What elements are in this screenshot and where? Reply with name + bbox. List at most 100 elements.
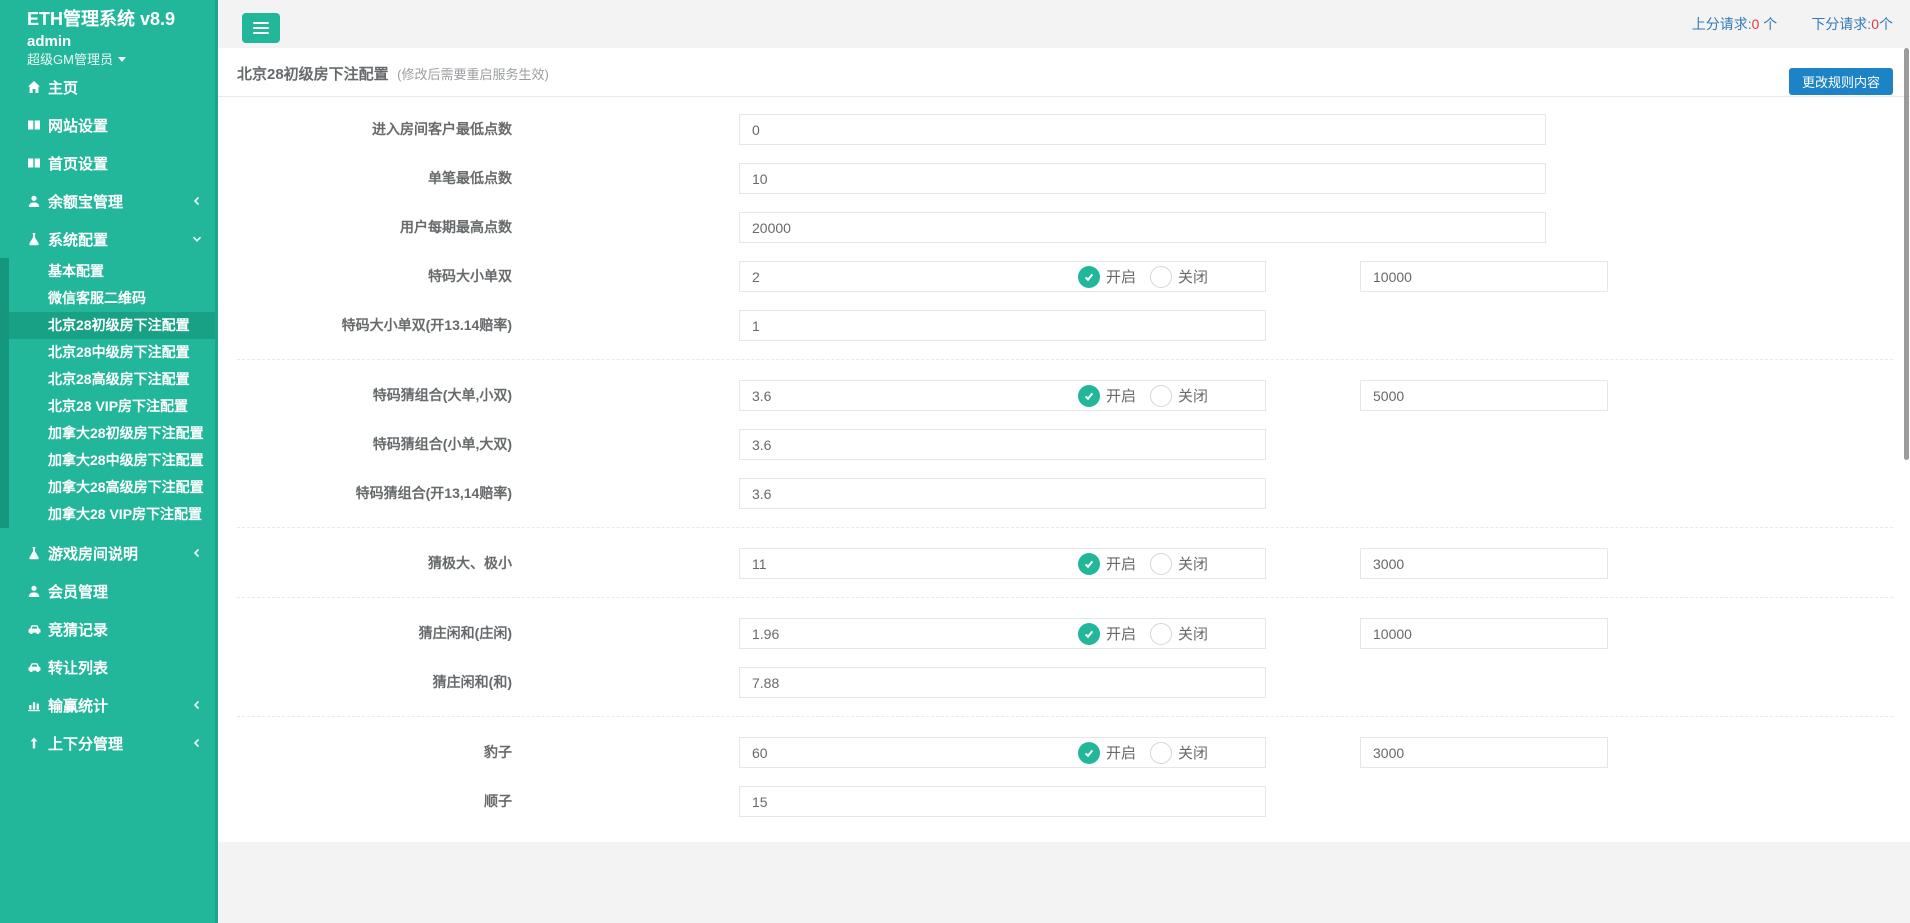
dashed-divider <box>237 359 1893 360</box>
field-label: 顺子 <box>237 786 512 817</box>
field-label: 特码猜组合(大单,小双) <box>237 380 512 411</box>
limit-input[interactable] <box>1360 618 1608 649</box>
sidebar-subitem-ca28-middle[interactable]: 加拿大28中级房下注配置 <box>9 447 215 474</box>
form-row: 特码大小单双(开13.14赔率) <box>237 310 1893 341</box>
radio-on-checked[interactable] <box>1078 623 1100 645</box>
radio-on-checked[interactable] <box>1078 385 1100 407</box>
sidebar-item-label: 输赢统计 <box>48 695 108 716</box>
bet-config-form: 进入房间客户最低点数 单笔最低点数 用户每期最高点数 特码大小单双 <box>218 97 1910 817</box>
columns-icon <box>27 156 48 170</box>
field-label: 用户每期最高点数 <box>237 212 512 243</box>
rate-input[interactable] <box>739 163 1546 194</box>
main-area: 上分请求:0 个 下分请求:0个 北京28初级房下注配置 (修改后需要重启服务生… <box>218 0 1910 923</box>
radio-on-label: 开启 <box>1106 742 1136 763</box>
radio-off-label: 关闭 <box>1178 266 1208 287</box>
flask-icon <box>27 546 48 560</box>
radio-off[interactable] <box>1150 385 1172 407</box>
limit-input[interactable] <box>1360 548 1608 579</box>
limit-input[interactable] <box>1360 737 1608 768</box>
sidebar-item-label: 余额宝管理 <box>48 191 123 212</box>
rate-input[interactable] <box>739 212 1546 243</box>
limit-input[interactable] <box>1360 261 1608 292</box>
down-score-count: 0 <box>1871 16 1879 32</box>
rate-input[interactable] <box>739 478 1266 509</box>
sidebar-item-yuebao-management[interactable]: 余额宝管理 <box>0 182 215 220</box>
scrollbar-handle[interactable] <box>1904 48 1909 460</box>
sidebar-item-label: 首页设置 <box>48 153 108 174</box>
sidebar-item-label: 游戏房间说明 <box>48 543 138 564</box>
radio-off-label: 关闭 <box>1178 385 1208 406</box>
radio-off[interactable] <box>1150 742 1172 764</box>
radio-off[interactable] <box>1150 623 1172 645</box>
form-row: 特码猜组合(大单,小双) 开启 关闭 <box>237 380 1893 411</box>
form-row: 进入房间客户最低点数 <box>237 114 1893 145</box>
sidebar-item-betting-records[interactable]: 竞猜记录 <box>0 610 215 648</box>
radio-on-checked[interactable] <box>1078 266 1100 288</box>
sidebar-item-label: 竞猜记录 <box>48 619 108 640</box>
rate-input[interactable] <box>739 429 1266 460</box>
caret-down-icon <box>118 57 126 62</box>
enable-toggle-group: 开启 关闭 <box>1078 261 1222 292</box>
rate-input[interactable] <box>739 786 1266 817</box>
sidebar-item-transfer-list[interactable]: 转让列表 <box>0 648 215 686</box>
change-rules-button[interactable]: 更改规则内容 <box>1789 68 1893 95</box>
form-row: 单笔最低点数 <box>237 163 1893 194</box>
enable-toggle-group: 开启 关闭 <box>1078 380 1222 411</box>
form-row: 特码大小单双 开启 关闭 <box>237 261 1893 292</box>
form-row: 豹子 开启 关闭 <box>237 737 1893 768</box>
field-label: 猜庄闲和(和) <box>237 667 512 698</box>
scrollbar-track[interactable] <box>1903 48 1910 923</box>
radio-off-label: 关闭 <box>1178 553 1208 574</box>
topbar: 上分请求:0 个 下分请求:0个 <box>218 0 1910 48</box>
sidebar-item-site-settings[interactable]: 网站设置 <box>0 106 215 144</box>
dashed-divider <box>237 716 1893 717</box>
field-label: 特码猜组合(小单,大双) <box>237 429 512 460</box>
up-score-requests-link[interactable]: 上分请求:0 个 <box>1692 14 1778 34</box>
sidebar-subitem-bj28-senior[interactable]: 北京28高级房下注配置 <box>9 366 215 393</box>
sidebar-item-member-management[interactable]: 会员管理 <box>0 572 215 610</box>
sidebar-item-homepage-settings[interactable]: 首页设置 <box>0 144 215 182</box>
rate-input[interactable] <box>739 667 1266 698</box>
radio-on-checked[interactable] <box>1078 553 1100 575</box>
chevron-down-icon <box>192 234 202 244</box>
user-role-label: 超级GM管理员 <box>27 52 113 67</box>
user-role-dropdown[interactable]: 超级GM管理员 <box>0 50 215 67</box>
enable-toggle-group: 开启 关闭 <box>1078 618 1222 649</box>
sidebar-item-label: 主页 <box>48 77 78 98</box>
chevron-left-icon <box>192 548 202 558</box>
down-score-requests-link[interactable]: 下分请求:0个 <box>1811 14 1893 34</box>
rate-input[interactable] <box>739 310 1266 341</box>
limit-input[interactable] <box>1360 380 1608 411</box>
sidebar-item-score-management[interactable]: 上下分管理 <box>0 724 215 762</box>
radio-on-checked[interactable] <box>1078 742 1100 764</box>
form-row: 猜极大、极小 开启 关闭 <box>237 548 1893 579</box>
radio-off[interactable] <box>1150 553 1172 575</box>
sidebar-subitem-wechat-qrcode[interactable]: 微信客服二维码 <box>9 285 215 312</box>
sidebar-subitem-basic-config[interactable]: 基本配置 <box>9 258 215 285</box>
home-icon <box>27 80 48 94</box>
sidebar-subitem-ca28-junior[interactable]: 加拿大28初级房下注配置 <box>9 420 215 447</box>
sidebar-subitem-bj28-vip[interactable]: 北京28 VIP房下注配置 <box>9 393 215 420</box>
sidebar-item-game-room-info[interactable]: 游戏房间说明 <box>0 534 215 572</box>
sidebar-subitem-ca28-vip[interactable]: 加拿大28 VIP房下注配置 <box>9 501 215 528</box>
config-card: 北京28初级房下注配置 (修改后需要重启服务生效) 更改规则内容 进入房间客户最… <box>218 48 1910 842</box>
form-row: 特码猜组合(开13,14赔率) <box>237 478 1893 509</box>
car-icon <box>27 622 48 636</box>
sidebar-item-win-loss-stats[interactable]: 输赢统计 <box>0 686 215 724</box>
chevron-left-icon <box>192 196 202 206</box>
sidebar-subitem-ca28-senior[interactable]: 加拿大28高级房下注配置 <box>9 474 215 501</box>
sidebar-toggle-button[interactable] <box>242 13 280 43</box>
sidebar-item-home[interactable]: 主页 <box>0 68 215 106</box>
sidebar-subitem-bj28-junior-active[interactable]: 北京28初级房下注配置 <box>9 312 215 339</box>
sidebar: ETH管理系统 v8.9 admin 超级GM管理员 主页 网站设置 <box>0 0 218 923</box>
radio-off[interactable] <box>1150 266 1172 288</box>
flask-icon <box>27 232 48 246</box>
topbar-links: 上分请求:0 个 下分请求:0个 <box>1692 0 1893 48</box>
page-title-note: (修改后需要重启服务生效) <box>397 67 549 82</box>
sidebar-item-system-config[interactable]: 系统配置 <box>0 220 215 258</box>
sidebar-subitem-bj28-middle[interactable]: 北京28中级房下注配置 <box>9 339 215 366</box>
form-row: 顺子 <box>237 786 1893 817</box>
rate-input[interactable] <box>739 114 1546 145</box>
sidebar-item-label: 系统配置 <box>48 229 108 250</box>
form-row: 特码猜组合(小单,大双) <box>237 429 1893 460</box>
